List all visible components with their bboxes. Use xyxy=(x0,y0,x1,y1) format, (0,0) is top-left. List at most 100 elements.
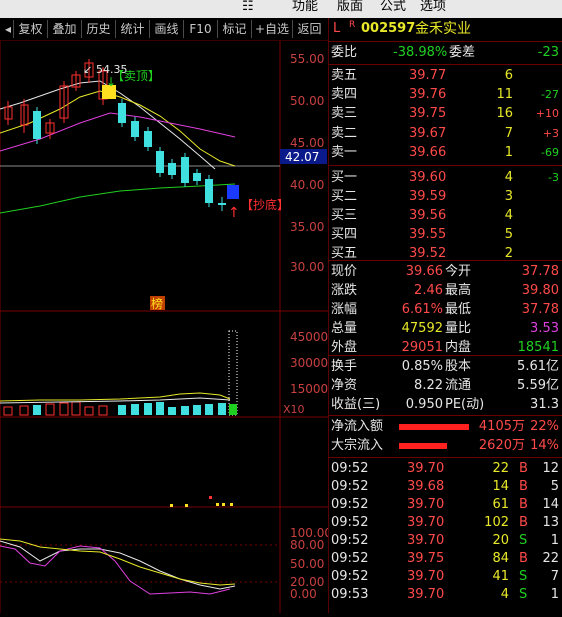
bid-row[interactable]: 买一 39.60 4 -3 xyxy=(329,169,562,187)
tick-row[interactable]: 09:52 39.70 41 S 7 xyxy=(329,568,562,586)
level-volume: 16 xyxy=(496,106,513,122)
level-label: 买二 xyxy=(331,189,358,204)
tick-volume: 22 xyxy=(492,461,509,476)
tick-row[interactable]: 09:52 39.70 61 B 14 xyxy=(329,496,562,514)
mark-button[interactable]: 标记 xyxy=(218,20,252,38)
flag-r: R xyxy=(349,20,356,30)
restore-rights-button[interactable]: 复权 xyxy=(14,20,48,38)
bid-row[interactable]: 买四 39.55 5 xyxy=(329,226,562,244)
kline-chart-area[interactable]: 55.00 50.00 45.00 40.00 35.00 30.00 42.0… xyxy=(0,41,332,613)
indicator-dot xyxy=(222,503,225,506)
level-volume: 5 xyxy=(504,227,513,242)
tick-count: 12 xyxy=(542,461,559,476)
stat-label: 最高 xyxy=(445,283,472,298)
tick-volume: 84 xyxy=(492,551,509,566)
toolbar-arrow-icon[interactable]: ◂ xyxy=(3,20,14,38)
volume-bar xyxy=(118,405,126,415)
tick-row[interactable]: 09:53 39.70 4 S 1 xyxy=(329,586,562,604)
back-button[interactable]: 返回 xyxy=(293,20,326,38)
price-axis-40: 40.00 xyxy=(290,178,324,192)
flow-bar xyxy=(399,424,469,430)
ask-row[interactable]: 卖一 39.66 1 -69 xyxy=(329,144,562,162)
level-label: 卖二 xyxy=(331,125,358,141)
flag-l: L xyxy=(333,21,341,36)
volume-bar xyxy=(19,405,29,416)
menu-options[interactable]: 选项 xyxy=(420,0,446,13)
volume-current-fill xyxy=(229,404,237,415)
stat-row: 净资 8.22 流通 5.59亿 xyxy=(329,377,562,395)
chart-svg[interactable]: 55.00 50.00 45.00 40.00 35.00 30.00 42.0… xyxy=(0,41,332,613)
draw-line-button[interactable]: 画线 xyxy=(150,20,184,38)
candle xyxy=(144,127,152,151)
osc-d-line xyxy=(0,545,231,595)
tick-side: S xyxy=(519,533,528,548)
tick-volume: 61 xyxy=(492,497,509,512)
menu-layout[interactable]: 版面 xyxy=(337,0,363,13)
volume-bar xyxy=(84,406,94,416)
volume-axis-30000: 30000 xyxy=(290,356,328,370)
ask-row[interactable]: 卖三 39.75 16 +10 xyxy=(329,105,562,123)
sell-top-label: 【卖顶】 xyxy=(112,69,160,83)
menu-formula[interactable]: 公式 xyxy=(380,0,406,13)
tick-count: 14 xyxy=(542,497,559,512)
stat-label: 涨幅 xyxy=(331,302,358,317)
quote-panel: L R 002597 金禾实业 委比 -38.98% 委差 -23 卖五 39.7… xyxy=(328,18,562,613)
level-label: 卖一 xyxy=(331,144,358,160)
stat-value: 6.61% xyxy=(401,302,443,317)
volume-bar xyxy=(168,407,176,415)
tick-row[interactable]: 09:52 39.70 102 B 13 xyxy=(329,514,562,532)
tick-price: 39.70 xyxy=(407,533,445,548)
volume-bar xyxy=(98,405,108,416)
volume-bar xyxy=(181,406,189,415)
tick-price: 39.70 xyxy=(407,497,445,512)
overlay-button[interactable]: 叠加 xyxy=(48,20,82,38)
stat-value: 3.53 xyxy=(530,321,559,336)
tick-price: 39.70 xyxy=(407,461,445,476)
menu-icon[interactable]: ☷ xyxy=(242,0,254,13)
candle xyxy=(156,147,164,177)
tick-volume: 41 xyxy=(492,569,509,584)
indicator-dot xyxy=(170,504,173,507)
f10-button[interactable]: F10 xyxy=(184,20,218,38)
tick-side: B xyxy=(519,551,528,566)
indicator-dot xyxy=(230,503,233,506)
stat-label: 今开 xyxy=(445,264,472,279)
weibi-row: 委比 -38.98% 委差 -23 xyxy=(331,45,559,60)
price-axis-35: 35.00 xyxy=(290,220,324,234)
statistics-button[interactable]: 统计 xyxy=(116,20,150,38)
tick-row[interactable]: 09:52 39.68 14 B 5 xyxy=(329,478,562,496)
bid-row[interactable]: 买三 39.56 4 xyxy=(329,207,562,225)
tick-count: 1 xyxy=(550,533,559,548)
stat-row: 涨跌 2.46 最高 39.80 xyxy=(329,282,562,300)
ask-row[interactable]: 卖五 39.77 6 xyxy=(329,67,562,85)
stat-row: 现价 39.66 今开 37.78 xyxy=(329,263,562,281)
history-button[interactable]: 历史 xyxy=(82,20,116,38)
ask-row[interactable]: 卖四 39.76 11 -27 xyxy=(329,86,562,104)
tick-side: S xyxy=(519,569,528,584)
tick-row[interactable]: 09:52 39.70 22 B 12 xyxy=(329,460,562,478)
level-volume: 3 xyxy=(504,189,513,204)
level-volume: 6 xyxy=(504,68,513,83)
bid-row[interactable]: 买二 39.59 3 xyxy=(329,188,562,206)
level-price: 39.60 xyxy=(409,170,447,185)
menu-function[interactable]: 功能 xyxy=(292,0,318,13)
tick-row[interactable]: 09:52 39.75 84 B 22 xyxy=(329,550,562,568)
stock-code: 002597 xyxy=(361,21,416,36)
tick-price: 39.70 xyxy=(407,515,445,530)
tick-row[interactable]: 09:52 39.70 20 S 1 xyxy=(329,532,562,550)
tick-side: S xyxy=(519,587,528,602)
add-watchlist-button[interactable]: +自选 xyxy=(252,20,293,38)
price-axis-55: 55.00 xyxy=(290,52,324,66)
level-price: 39.67 xyxy=(409,125,447,141)
stat-label: 股本 xyxy=(445,359,472,374)
level-volume: 11 xyxy=(496,87,513,103)
ask-row[interactable]: 卖二 39.67 7 +3 xyxy=(329,125,562,143)
tick-price: 39.70 xyxy=(407,569,445,584)
tick-side: B xyxy=(519,497,528,512)
volume-axis-45000: 45000 xyxy=(290,330,328,344)
level-change: -3 xyxy=(548,171,559,184)
flow-amount: 4105万 xyxy=(478,419,525,434)
tick-count: 1 xyxy=(550,587,559,602)
indicator-dots xyxy=(170,496,233,507)
stat-value: 39.80 xyxy=(521,283,559,298)
